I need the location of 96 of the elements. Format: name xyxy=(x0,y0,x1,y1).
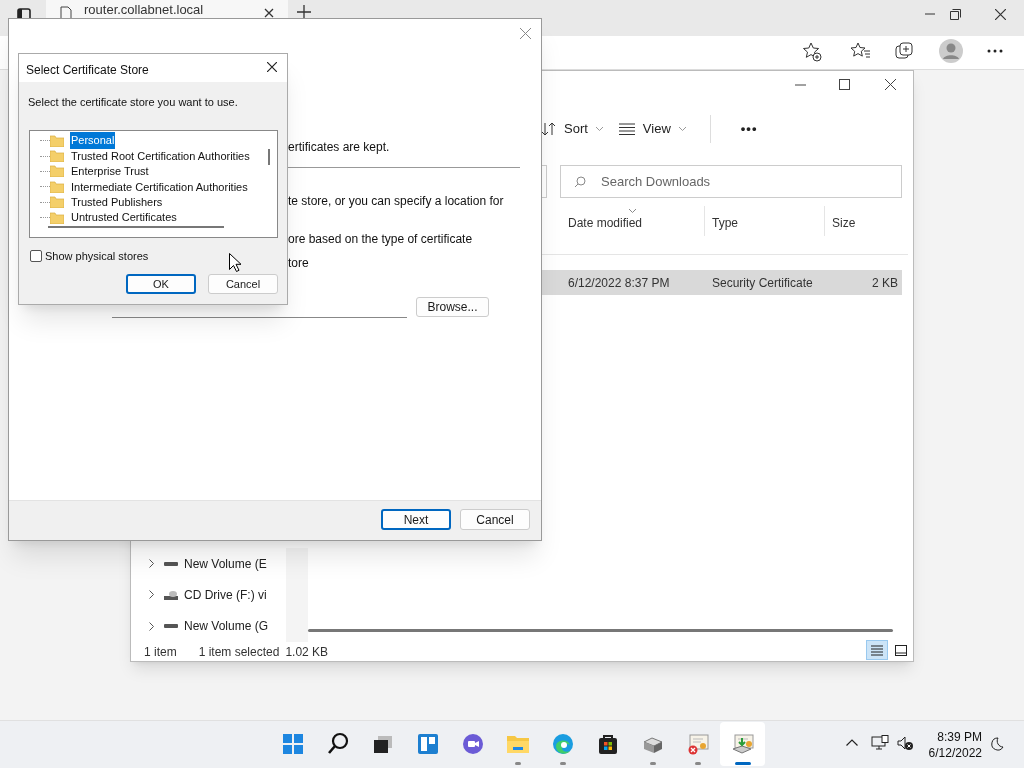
vertical-scrollbar[interactable] xyxy=(268,149,270,165)
ok-button[interactable]: OK xyxy=(126,274,196,294)
tree-item[interactable]: Trusted Publishers xyxy=(70,194,164,211)
view-button[interactable]: View xyxy=(616,114,688,144)
nav-item[interactable]: New Volume (E xyxy=(131,548,286,580)
close-icon[interactable] xyxy=(995,9,1006,20)
folder-icon xyxy=(50,196,64,209)
chevron-right-icon xyxy=(149,590,154,600)
folder-icon xyxy=(50,150,64,163)
sort-button[interactable]: Sort xyxy=(540,114,605,144)
prompt-text: Select the certificate store you want to use. xyxy=(28,95,238,110)
plus-icon[interactable] xyxy=(297,5,311,19)
running-indicator xyxy=(694,762,701,765)
edge-icon xyxy=(550,732,575,756)
favorites-icon[interactable] xyxy=(850,42,870,60)
list-icon xyxy=(871,644,883,656)
column-header[interactable]: Type xyxy=(712,214,738,232)
clock-time[interactable]: 8:39 PM xyxy=(937,729,982,745)
widgets-icon xyxy=(415,732,440,756)
chevron-up-icon[interactable] xyxy=(846,739,858,746)
drive-icon xyxy=(164,560,178,567)
running-indicator xyxy=(734,762,751,765)
search-field[interactable]: Search Downloads xyxy=(560,165,902,198)
restore-icon[interactable] xyxy=(950,9,961,20)
nav-label: New Volume (G xyxy=(184,618,269,636)
store-tree[interactable]: Personal Trusted Root Certification Authorities Enterprise Trust Intermediate Certification Authorities Trusted Publishers Untrusted Certificates xyxy=(29,130,278,238)
close-icon[interactable] xyxy=(264,8,274,18)
table-cell-text: 6/12/2022 8:37 PM xyxy=(568,274,670,292)
file-row[interactable]: 6/12/2022 8:37 PM Security Certificate 2 KB xyxy=(540,270,902,295)
status-text: 1.02 KB xyxy=(285,644,329,661)
browse-button[interactable]: Browse... xyxy=(416,297,489,317)
tab-title: router.collabnet.local xyxy=(84,2,204,14)
drive-icon xyxy=(164,623,178,630)
more-button[interactable]: ••• xyxy=(722,114,760,144)
status-text: 1 item selected xyxy=(198,644,280,661)
collections-icon[interactable] xyxy=(895,42,913,60)
instruction-text: te store, or you can specify a location for xyxy=(288,193,504,210)
browser-tab[interactable] xyxy=(46,0,288,18)
nav-label: CD Drive (F:) vi xyxy=(184,587,267,604)
folder-icon xyxy=(50,180,64,193)
instruction-text: ore based on the type of certificate xyxy=(288,231,473,248)
nav-item[interactable]: New Volume (G xyxy=(131,610,286,642)
status-text: 1 item xyxy=(144,644,177,661)
checkbox[interactable] xyxy=(30,250,42,263)
cancel-button[interactable]: Cancel xyxy=(460,509,530,530)
next-button[interactable]: Next xyxy=(381,509,451,530)
search-icon xyxy=(574,176,586,188)
folder-icon xyxy=(50,211,64,224)
chat-icon xyxy=(460,732,485,756)
instruction-text: ertificates are kept. xyxy=(288,139,390,156)
maximize-icon[interactable] xyxy=(839,79,850,90)
tree-item[interactable]: Intermediate Certification Authorities xyxy=(70,178,249,196)
cd-drive-icon xyxy=(164,590,178,600)
running-indicator xyxy=(514,762,521,765)
avatar-icon[interactable] xyxy=(939,39,963,63)
sort-caret-icon xyxy=(629,209,636,213)
caret-icon xyxy=(595,127,603,131)
network-icon[interactable] xyxy=(871,735,889,751)
search-icon xyxy=(325,732,350,756)
horizontal-scrollbar[interactable] xyxy=(48,226,224,228)
moon-icon[interactable] xyxy=(990,737,1004,751)
mouse-cursor-icon xyxy=(229,253,241,272)
preview-pane-icon xyxy=(895,644,907,656)
column-header[interactable]: Date modified xyxy=(568,214,643,232)
sort-icon xyxy=(542,122,556,136)
volume-muted-icon[interactable] xyxy=(897,736,914,751)
caret-icon xyxy=(678,127,686,131)
more-icon[interactable] xyxy=(987,49,1003,53)
chevron-right-icon xyxy=(149,559,154,569)
star-add-icon[interactable] xyxy=(802,42,822,62)
nav-label: New Volume (E xyxy=(184,555,267,573)
table-cell-text: 2 KB xyxy=(872,274,898,292)
close-icon[interactable] xyxy=(885,79,896,90)
dialog-title: Select Certificate Store xyxy=(26,62,149,79)
folder-icon xyxy=(50,165,64,178)
page-icon xyxy=(60,6,72,20)
horizontal-scrollbar[interactable] xyxy=(308,629,893,632)
certificate-import-icon xyxy=(730,732,755,756)
column-header[interactable]: Size xyxy=(832,214,856,232)
running-indicator xyxy=(649,762,656,765)
cancel-button[interactable]: Cancel xyxy=(208,274,278,294)
lines-icon xyxy=(618,123,635,135)
start-icon xyxy=(280,732,305,756)
clock-date[interactable]: 6/12/2022 xyxy=(928,745,982,761)
tree-item[interactable]: Enterprise Trust xyxy=(70,163,150,180)
running-indicator xyxy=(559,762,566,765)
nav-item[interactable]: CD Drive (F:) vi xyxy=(131,579,286,611)
instruction-text: tore xyxy=(288,255,309,272)
tree-item[interactable]: Personal xyxy=(70,132,116,149)
folder-icon xyxy=(50,134,64,147)
tree-item[interactable]: Untrusted Certificates xyxy=(70,209,178,226)
table-cell-text: Security Certificate xyxy=(712,274,813,292)
checkbox-label: Show physical stores xyxy=(45,249,149,264)
chevron-right-icon xyxy=(149,621,154,631)
close-icon[interactable] xyxy=(267,62,277,72)
tree-item[interactable]: Trusted Root Certification Authorities xyxy=(70,147,251,165)
